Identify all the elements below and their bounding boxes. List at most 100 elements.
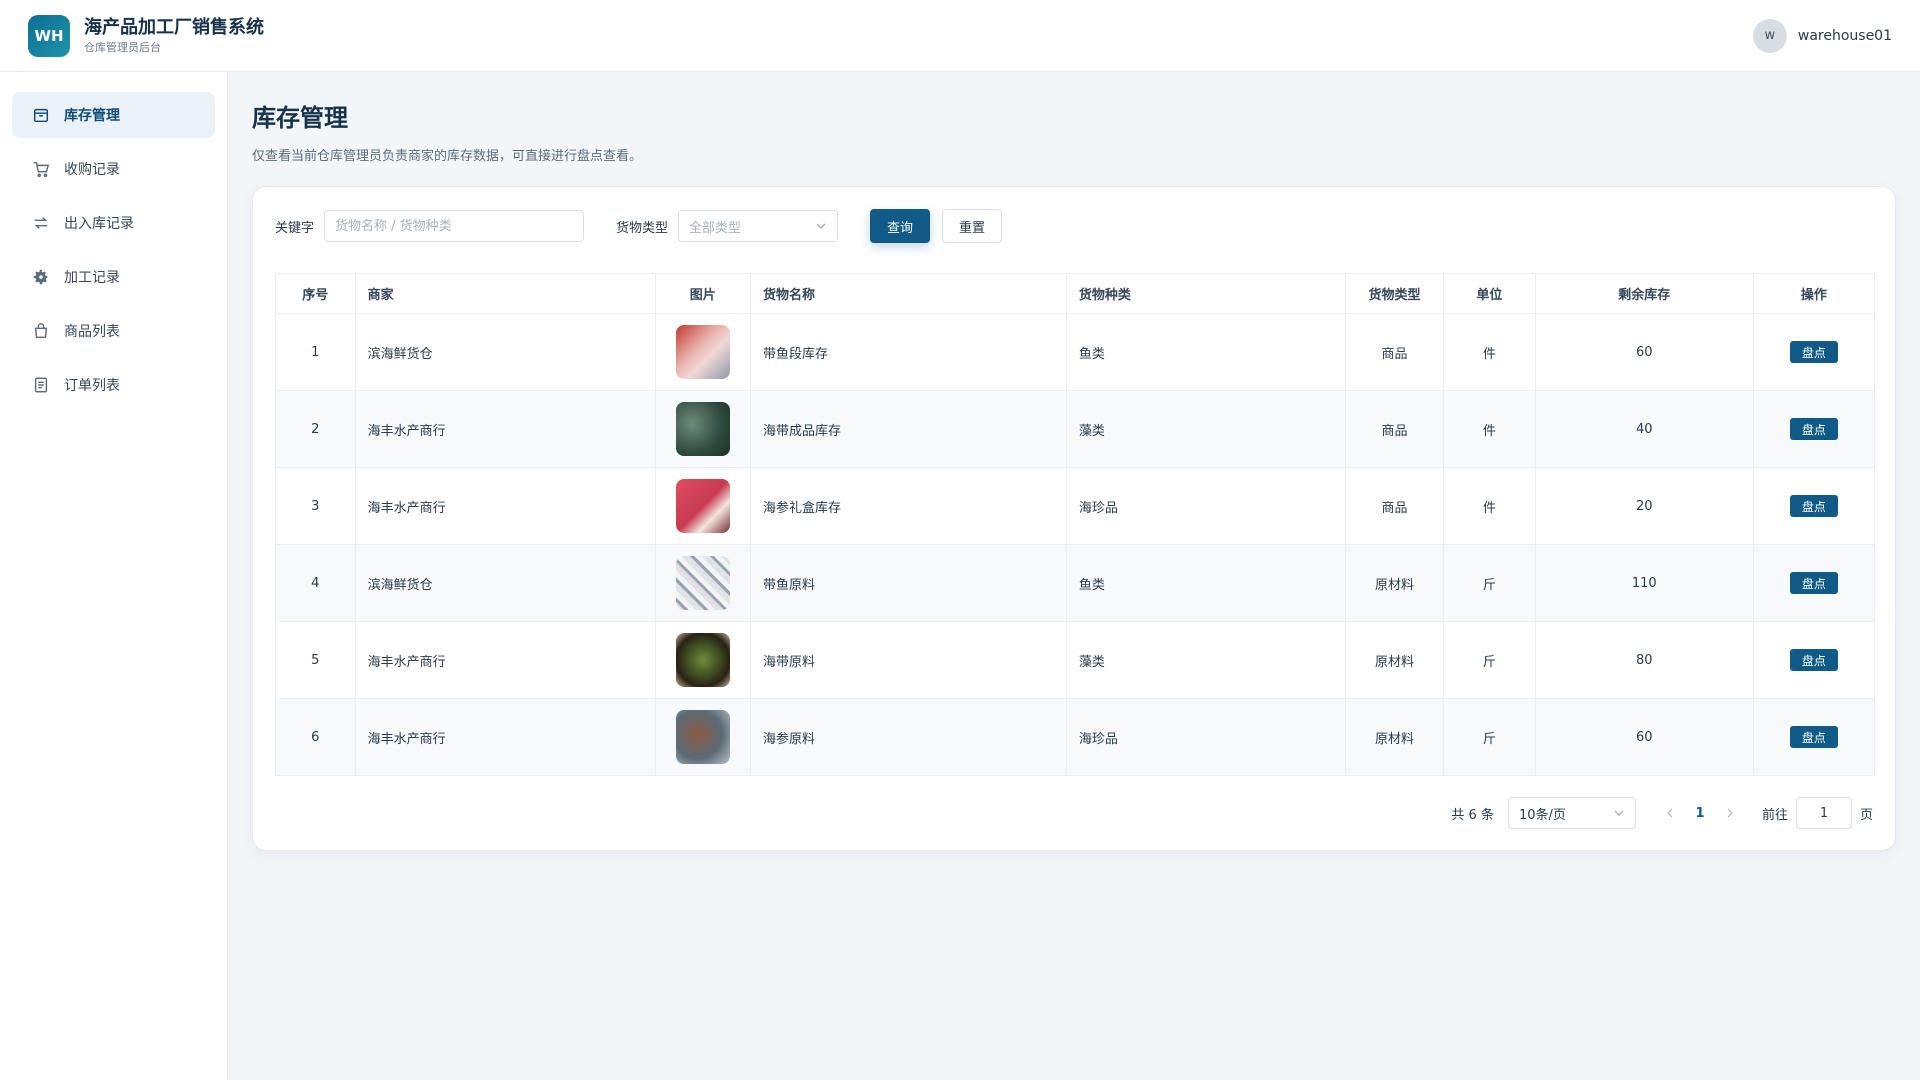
table-header-row: 序号 商家 图片 货物名称 货物种类 货物类型 单位 剩余库存 操作 [275, 273, 1876, 314]
stocktake-button[interactable]: 盘点 [1789, 572, 1838, 594]
row-unit: 斤 [1443, 621, 1536, 699]
row-type: 原材料 [1345, 698, 1444, 776]
app-subtitle: 仓库管理员后台 [84, 40, 161, 54]
page-number-current[interactable]: 1 [1682, 806, 1718, 821]
keyword-input[interactable] [324, 210, 585, 242]
stocktake-button[interactable]: 盘点 [1789, 341, 1838, 363]
product-image[interactable] [675, 479, 730, 533]
column-header: 货物类型 [1345, 273, 1444, 314]
sidebar-item-label: 收购记录 [64, 162, 120, 178]
row-unit: 件 [1443, 467, 1536, 545]
column-header: 商家 [355, 273, 656, 314]
user-menu[interactable]: w warehouse01 [1752, 18, 1892, 53]
row-type: 商品 [1345, 313, 1444, 391]
product-image[interactable] [675, 556, 730, 610]
sidebar-item-label: 订单列表 [64, 378, 120, 394]
row-stock: 110 [1535, 544, 1754, 622]
row-unit: 件 [1443, 313, 1536, 391]
table-row: 5 海丰水产商行 海带原料 藻类 原材料 斤 80 盘点 [275, 621, 1876, 699]
row-category: 藻类 [1066, 390, 1347, 468]
product-image[interactable] [675, 402, 730, 456]
column-header: 序号 [275, 273, 356, 314]
row-type: 原材料 [1345, 544, 1444, 622]
column-header: 剩余库存 [1535, 273, 1754, 314]
app-title: 海产品加工厂销售系统 [84, 16, 264, 38]
table-row: 2 海丰水产商行 海带成品库存 藻类 商品 件 40 盘点 [275, 390, 1876, 468]
row-category: 鱼类 [1066, 313, 1347, 391]
type-select[interactable]: 全部类型 [678, 210, 839, 242]
app-logo: WH [28, 14, 70, 57]
goto-label: 前往 [1761, 807, 1788, 823]
sidebar-item-inventory[interactable]: 库存管理 [12, 92, 215, 138]
table-row: 1 滨海鲜货仓 带鱼段库存 鱼类 商品 件 60 盘点 [275, 313, 1876, 391]
transfer-icon [32, 214, 50, 232]
reset-button[interactable]: 重置 [942, 209, 1003, 243]
sidebar-item-orders[interactable]: 订单列表 [12, 362, 215, 408]
gear-icon [32, 268, 50, 286]
brand: WH 海产品加工厂销售系统 仓库管理员后台 [28, 14, 264, 57]
type-label: 货物类型 [616, 220, 669, 236]
row-stock: 40 [1535, 390, 1754, 468]
row-category: 鱼类 [1066, 544, 1347, 622]
row-index: 5 [275, 621, 356, 699]
row-unit: 斤 [1443, 698, 1536, 776]
column-header: 图片 [655, 273, 752, 314]
prev-page-button[interactable] [1658, 801, 1682, 825]
pagination-total: 共 6 条 [1451, 807, 1494, 823]
row-merchant: 海丰水产商行 [355, 621, 656, 699]
inventory-table: 序号 商家 图片 货物名称 货物种类 货物类型 单位 剩余库存 操作 1 滨海鲜… [275, 273, 1876, 776]
next-page-button[interactable] [1718, 801, 1742, 825]
table-row: 3 海丰水产商行 海参礼盒库存 海珍品 商品 件 20 盘点 [275, 467, 1876, 545]
row-category: 海珍品 [1066, 698, 1347, 776]
table-row: 4 滨海鲜货仓 带鱼原料 鱼类 原材料 斤 110 盘点 [275, 544, 1876, 622]
row-merchant: 海丰水产商行 [355, 698, 656, 776]
avatar[interactable]: w [1752, 18, 1787, 53]
bag-icon [32, 322, 50, 340]
column-header: 货物种类 [1066, 273, 1347, 314]
product-image[interactable] [675, 633, 730, 687]
row-type: 原材料 [1345, 621, 1444, 699]
chevron-left-icon [1666, 808, 1673, 818]
query-button[interactable]: 查询 [870, 209, 931, 243]
stocktake-button[interactable]: 盘点 [1789, 649, 1838, 671]
main-content: 库存管理 仅查看当前仓库管理员负责商家的库存数据，可直接进行盘点查看。 关键字 … [228, 72, 1920, 1080]
page-suffix: 页 [1859, 807, 1873, 823]
row-category: 藻类 [1066, 621, 1347, 699]
sidebar-item-processing[interactable]: 加工记录 [12, 254, 215, 300]
stocktake-button[interactable]: 盘点 [1789, 495, 1838, 517]
row-unit: 斤 [1443, 544, 1536, 622]
top-header: WH 海产品加工厂销售系统 仓库管理员后台 w warehouse01 [0, 0, 1920, 72]
chevron-right-icon [1727, 808, 1733, 818]
column-header: 货物名称 [750, 273, 1067, 314]
chevron-down-icon [816, 223, 826, 229]
row-type: 商品 [1345, 467, 1444, 545]
table-row: 6 海丰水产商行 海参原料 海珍品 原材料 斤 60 盘点 [275, 698, 1876, 776]
sidebar-item-label: 出入库记录 [64, 216, 134, 232]
row-merchant: 滨海鲜货仓 [355, 313, 656, 391]
row-stock: 80 [1535, 621, 1754, 699]
sidebar: 库存管理 收购记录 出入库记录 加工记录 商品列表 订单列表 [0, 72, 228, 1080]
sidebar-item-stock-io[interactable]: 出入库记录 [12, 200, 215, 246]
row-type: 商品 [1345, 390, 1444, 468]
row-name: 海参礼盒库存 [750, 467, 1067, 545]
page-size-value: 10条/页 [1518, 807, 1566, 823]
row-unit: 件 [1443, 390, 1536, 468]
row-name: 海带原料 [750, 621, 1067, 699]
product-image[interactable] [675, 325, 730, 379]
row-index: 2 [275, 390, 356, 468]
page-size-select[interactable]: 10条/页 [1507, 797, 1636, 829]
filter-bar: 关键字 货物类型 全部类型 查询 重置 [275, 209, 1873, 243]
row-name: 带鱼原料 [750, 544, 1067, 622]
cart-icon [32, 160, 50, 178]
product-image[interactable] [675, 710, 730, 764]
goto-page-input[interactable] [1795, 797, 1852, 829]
chevron-down-icon [1614, 810, 1624, 816]
sidebar-item-purchase[interactable]: 收购记录 [12, 146, 215, 192]
stocktake-button[interactable]: 盘点 [1789, 726, 1838, 748]
sidebar-item-products[interactable]: 商品列表 [12, 308, 215, 354]
row-merchant: 海丰水产商行 [355, 467, 656, 545]
stocktake-button[interactable]: 盘点 [1789, 418, 1838, 440]
sidebar-item-label: 库存管理 [64, 108, 120, 124]
row-index: 3 [275, 467, 356, 545]
username[interactable]: warehouse01 [1798, 28, 1892, 44]
